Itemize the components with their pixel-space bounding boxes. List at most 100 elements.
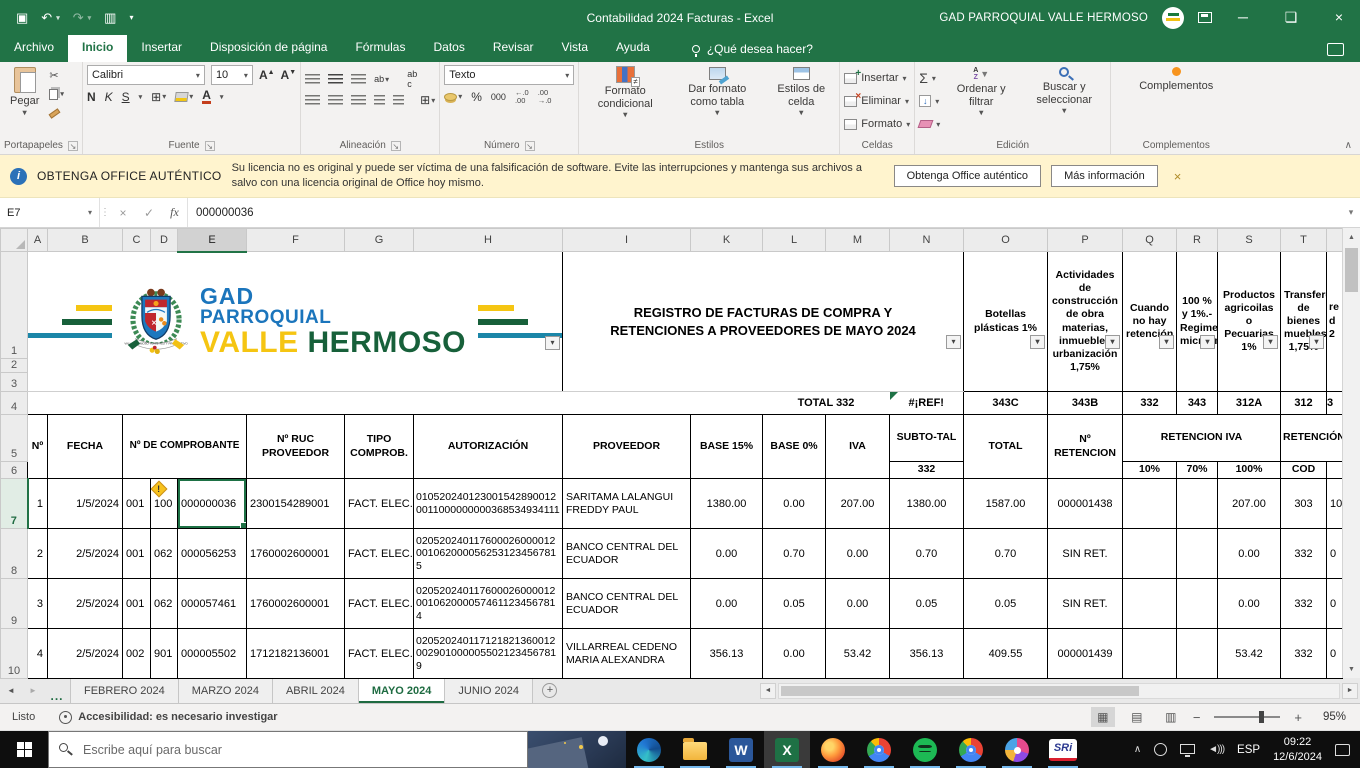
network-icon[interactable] [1180, 743, 1196, 757]
zoom-slider-thumb[interactable] [1259, 711, 1265, 723]
cell-I9[interactable]: BANCO CENTRAL DEL ECUADOR [562, 578, 691, 629]
decrease-indent-icon[interactable] [374, 95, 386, 105]
increase-font-icon[interactable]: A▲ [259, 68, 275, 82]
row-header-6[interactable]: 6 [0, 461, 28, 479]
filter-column-sin-retencion[interactable]: Cuando no hay retención ▾ [1122, 251, 1177, 392]
cell-L10[interactable]: 0.00 [762, 628, 826, 679]
cell-Q10[interactable] [1122, 628, 1177, 679]
cut-button[interactable]: ✂ [49, 67, 64, 83]
zoom-slider[interactable] [1214, 711, 1281, 723]
cell-A8[interactable]: 2 [27, 528, 48, 579]
cell-S8[interactable]: 0.00 [1217, 528, 1281, 579]
cell-R10[interactable] [1176, 628, 1218, 679]
cell-C10[interactable]: 002 [122, 628, 151, 679]
taskbar-spotify-icon[interactable] [902, 731, 948, 768]
cell-B10[interactable]: 2/5/2024 [47, 628, 123, 679]
menu-tab-inicio[interactable]: Inicio [68, 35, 128, 62]
row-header-3[interactable]: 3 [0, 372, 28, 392]
cell-I10[interactable]: VILLARREAL CEDENO MARIA ALEXANDRA [562, 628, 691, 679]
header-cell-70[interactable]: 70% [1176, 461, 1218, 479]
cell-G8[interactable]: FACT. ELEC. [344, 528, 414, 579]
formula-bar-divider[interactable]: ⋮ [100, 198, 110, 227]
close-icon[interactable]: × [1322, 0, 1356, 35]
code-cell-343[interactable]: 343 [1176, 391, 1218, 415]
code-cell-312[interactable]: 312 [1280, 391, 1327, 415]
cell-P7[interactable]: 000001438 [1047, 478, 1123, 529]
sheet-tab-febrero-2024[interactable]: FEBRERO 2024 [70, 678, 179, 703]
cell-H7[interactable]: 0105202401230015428900120011000000000368… [413, 478, 563, 529]
column-header-C[interactable]: C [122, 228, 151, 252]
cell-Q9[interactable] [1122, 578, 1177, 629]
zoom-level[interactable]: 95% [1312, 711, 1346, 723]
dialog-launcher-icon[interactable]: ↘ [67, 140, 78, 151]
comments-icon[interactable] [1327, 43, 1344, 56]
code-cell-332[interactable]: 332 [1122, 391, 1177, 415]
scroll-right-icon[interactable]: ► [1342, 682, 1358, 699]
header-cell-retencion-fuente[interactable]: RETENCIÓN [1280, 414, 1343, 462]
view-normal-button[interactable]: ▦ [1090, 707, 1115, 727]
cell-I8[interactable]: BANCO CENTRAL DEL ECUADOR [562, 528, 691, 579]
scroll-down-icon[interactable]: ▼ [1343, 660, 1360, 678]
sheet-tab-junio-2024[interactable]: JUNIO 2024 [445, 678, 533, 703]
filter-column-botellas[interactable]: Botellas plásticas 1% ▾ [963, 251, 1048, 392]
column-header-I[interactable]: I [562, 228, 691, 252]
decrease-decimal-button[interactable]: .00 →.0 [538, 89, 552, 104]
column-header-E[interactable]: E [177, 228, 247, 253]
taskbar-firefox-icon[interactable] [810, 731, 856, 768]
cell-S9[interactable]: 0.00 [1217, 578, 1281, 629]
search-input[interactable] [48, 731, 528, 768]
cell-M7[interactable]: 207.00 [825, 478, 890, 529]
font-name-select[interactable]: Calibri ▾ [86, 65, 205, 85]
cell-B8[interactable]: 2/5/2024 [47, 528, 123, 579]
select-all-button[interactable] [0, 228, 28, 252]
filter-column-microempresa[interactable]: 100 % y 1%.- Regimen microempresa▾ [1176, 251, 1218, 392]
cell-M9[interactable]: 0.00 [825, 578, 890, 629]
copy-button[interactable]: ▾ [49, 86, 64, 102]
fill-color-button[interactable]: ▾ [174, 91, 193, 102]
cell-O10[interactable]: 409.55 [963, 628, 1048, 679]
taskbar-search[interactable] [48, 731, 528, 768]
row-header-7[interactable]: 7 [0, 478, 29, 529]
column-header-F[interactable]: F [246, 228, 345, 252]
sheet-tab-mayo-2024[interactable]: MAYO 2024 [358, 678, 446, 703]
scroll-left-icon[interactable]: ◄ [760, 682, 776, 699]
row-header-2[interactable]: 2 [0, 358, 28, 373]
taskbar-edge-icon[interactable] [626, 731, 672, 768]
complementos-button[interactable]: Complementos [1133, 65, 1219, 95]
cell-K10[interactable]: 356.13 [690, 628, 763, 679]
cell-Q7[interactable] [1122, 478, 1177, 529]
header-cell-total[interactable]: TOTAL [963, 414, 1048, 479]
cell-C8[interactable]: 001 [122, 528, 151, 579]
logo-cell[interactable]: VALLE HERMOSO TURÍSTICO Y PRODUCTIVO GAD… [27, 251, 563, 392]
row-header-10[interactable]: 10 [0, 628, 28, 679]
taskbar-paint-icon[interactable] [994, 731, 1040, 768]
align-right-icon[interactable] [351, 95, 367, 105]
cell-T9[interactable]: 332 [1280, 578, 1327, 629]
report-title-cell[interactable]: REGISTRO DE FACTURAS DE COMPRA Y RETENCI… [562, 251, 964, 392]
cell-G7[interactable]: FACT. ELEC. [344, 478, 414, 529]
header-cell-retencion-iva[interactable]: RETENCION IVA [1122, 414, 1281, 462]
cell-S7[interactable]: 207.00 [1217, 478, 1281, 529]
name-box-dropdown-icon[interactable]: ▾ [88, 208, 92, 217]
account-name[interactable]: GAD PARROQUIAL VALLE HERMOSO [939, 12, 1148, 24]
header-cell-ruc[interactable]: Nº RUC PROVEEDOR [246, 414, 345, 479]
autosum-button[interactable]: Σ ▾ [919, 68, 940, 88]
header-cell-subtotal-code[interactable]: 332 [889, 461, 964, 479]
column-header-L[interactable]: L [762, 228, 826, 252]
enter-icon[interactable]: ✓ [136, 198, 162, 227]
number-format-select[interactable]: Texto ▾ [444, 65, 575, 85]
decrease-font-icon[interactable]: A▼ [281, 68, 297, 82]
volume-icon[interactable]: ◄))) [1208, 744, 1225, 755]
format-painter-button[interactable] [48, 105, 64, 121]
column-header-G[interactable]: G [344, 228, 414, 252]
filter-dropdown-icon[interactable]: ▾ [1309, 335, 1324, 350]
cell-N8[interactable]: 0.70 [889, 528, 964, 579]
taskbar-excel-icon[interactable]: X [764, 731, 810, 768]
column-header-S[interactable]: S [1217, 228, 1281, 252]
horizontal-scroll-thumb[interactable] [781, 685, 1140, 696]
cell-M8[interactable]: 0.00 [825, 528, 890, 579]
cell-A9[interactable]: 3 [27, 578, 48, 629]
merge-center-button[interactable]: ⊞ ▾ [420, 93, 435, 107]
avatar[interactable] [1162, 6, 1184, 29]
zoom-in-button[interactable]: + [1294, 710, 1302, 725]
